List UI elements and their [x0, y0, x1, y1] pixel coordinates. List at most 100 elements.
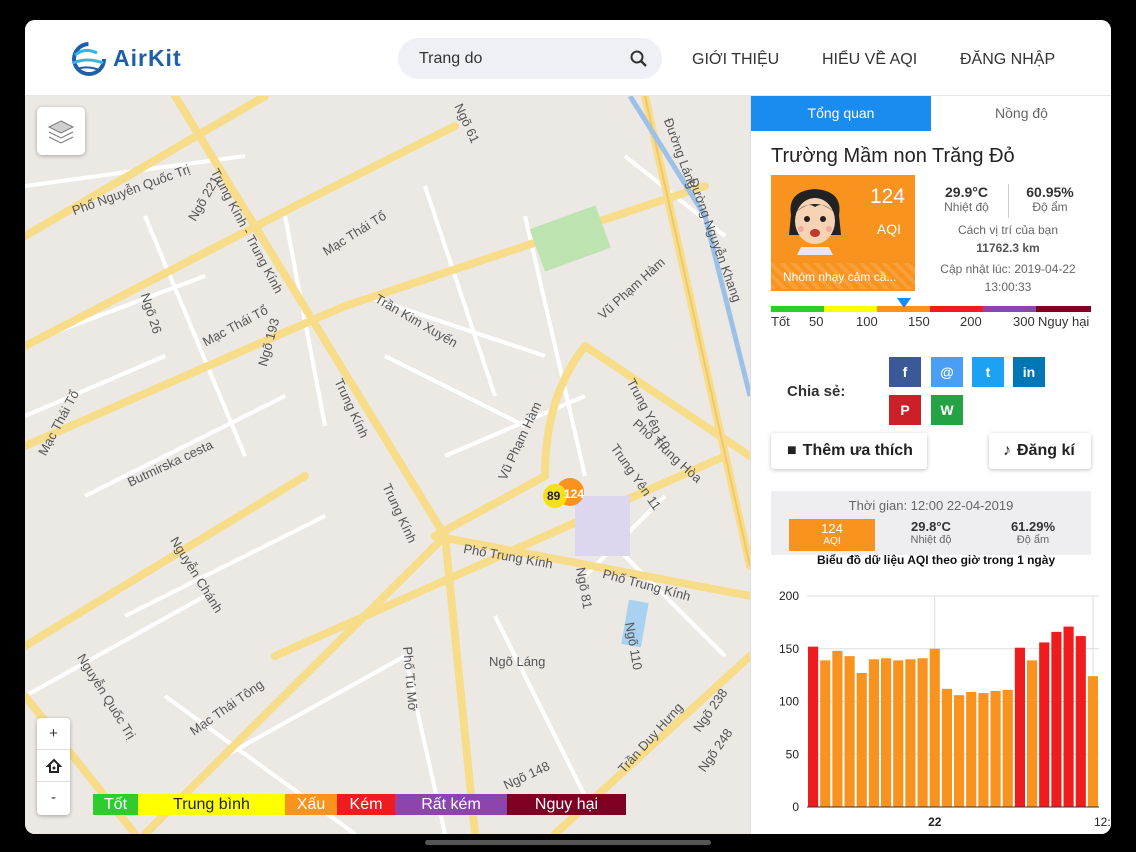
- chart-bar[interactable]: [832, 650, 843, 807]
- map-view[interactable]: 124 89 Phố Nguyễn Quốc Trị Ngõ 221 Trung…: [25, 96, 750, 834]
- chart-bar[interactable]: [978, 693, 989, 807]
- chart-bar[interactable]: [893, 660, 904, 807]
- twitter-icon[interactable]: t: [972, 357, 1004, 387]
- hourly-temperature-value: 29.8°C: [911, 519, 951, 534]
- nav-login[interactable]: ĐĂNG NHẬP: [960, 51, 1055, 69]
- aqi-hourly-chart: 0 50 100 150 200 22 12:00: [779, 589, 1111, 826]
- search-bar[interactable]: Trang do: [398, 38, 662, 79]
- home-indicator: [425, 840, 711, 845]
- zoom-controls: + -: [37, 718, 70, 815]
- search-icon[interactable]: [630, 50, 648, 68]
- sad-face-icon: [789, 189, 841, 255]
- map-layers-button[interactable]: [37, 107, 85, 155]
- legend-hazardous: Nguy hại: [507, 794, 626, 815]
- chart-bar[interactable]: [966, 692, 977, 807]
- y-tick-label: 150: [779, 642, 799, 656]
- station-stats: 29.9°C Nhiệt độ 60.95% Độ ẩm Cách vị trí…: [925, 176, 1091, 296]
- chart-bar[interactable]: [990, 690, 1001, 807]
- chart-bar[interactable]: [1063, 626, 1074, 807]
- search-input[interactable]: Trang do: [419, 50, 482, 68]
- subscribe-button[interactable]: ♪ Đăng kí: [989, 433, 1091, 469]
- hourly-aqi-value: 124: [821, 521, 843, 536]
- pinterest-icon[interactable]: P: [889, 395, 921, 425]
- station-panel: Tổng quan Nồng độ Trường Mầm non Trăng Đ…: [750, 96, 1111, 834]
- temperature-label: Nhiệt độ: [944, 200, 989, 214]
- chart-bar[interactable]: [808, 646, 819, 807]
- chart-bar[interactable]: [1039, 642, 1050, 807]
- linkedin-icon[interactable]: in: [1013, 357, 1045, 387]
- zoom-out-button[interactable]: -: [37, 782, 70, 814]
- x-tick-label: 12:00: [1094, 815, 1111, 826]
- whatsapp-icon[interactable]: W: [931, 395, 963, 425]
- chart-bar[interactable]: [1014, 647, 1025, 807]
- email-icon[interactable]: @: [931, 357, 963, 387]
- chart-bar[interactable]: [856, 673, 867, 807]
- zoom-in-button[interactable]: +: [37, 718, 70, 750]
- aqi-scale-bar: [771, 306, 1091, 312]
- hourly-humidity-label: Độ ẩm: [1016, 534, 1050, 546]
- chart-bar[interactable]: [954, 695, 965, 807]
- chart-bar[interactable]: [905, 659, 916, 807]
- y-tick-label: 100: [779, 695, 799, 709]
- layers-icon: [47, 120, 75, 144]
- logo-swirl-icon: [72, 42, 106, 76]
- distance-value: 11762.3 km: [976, 241, 1040, 255]
- nav-aqi-info[interactable]: HIỂU VỀ AQI: [822, 51, 917, 69]
- y-tick-label: 50: [786, 747, 800, 761]
- chart-bar[interactable]: [844, 656, 855, 807]
- legend-unhealthy: Kém: [337, 794, 395, 815]
- add-favorite-label: Thêm ưa thích: [802, 442, 913, 459]
- hourly-temperature: 29.8°C Nhiệt độ: [881, 519, 981, 546]
- hourly-humidity-value: 61.29%: [1010, 519, 1056, 534]
- logo-text: AirKit: [113, 45, 182, 71]
- chart-bar[interactable]: [917, 658, 928, 807]
- hourly-temperature-label: Nhiệt độ: [910, 534, 952, 546]
- temperature-value: 29.9°C: [945, 184, 988, 200]
- scale-tick: 200: [960, 314, 982, 329]
- marker-89-label[interactable]: 89: [547, 489, 560, 503]
- hourly-time: Thời gian: 12:00 22-04-2019: [848, 498, 1014, 513]
- scale-tick: Tốt: [771, 314, 790, 329]
- tab-concentration[interactable]: Nồng độ: [931, 96, 1111, 131]
- scale-tick: Nguy hại: [1038, 314, 1090, 329]
- facebook-icon[interactable]: f: [889, 357, 921, 387]
- chart-bar[interactable]: [1051, 631, 1062, 807]
- aqi-category-note: Nhóm nhạy cảm cầ...: [771, 263, 915, 289]
- logo[interactable]: AirKit: [67, 37, 197, 81]
- top-header: AirKit Trang do GIỚI THIỆU HIỂU VỀ AQI Đ…: [25, 20, 1111, 96]
- home-location-button[interactable]: [37, 750, 70, 782]
- chart-bar[interactable]: [820, 660, 831, 807]
- humidity-value: 60.95%: [1026, 184, 1074, 200]
- hourly-aqi-box: 124 AQI: [789, 519, 875, 551]
- hourly-humidity: 61.29% Độ ẩm: [983, 519, 1083, 546]
- legend-unhealthy-sensitive: Xấu: [285, 794, 337, 815]
- aqi-label: AQI: [876, 221, 901, 237]
- scale-tick: 50: [809, 314, 824, 329]
- marker-124-label[interactable]: 124: [564, 487, 584, 501]
- add-favorite-button[interactable]: ■ Thêm ưa thích: [771, 433, 927, 469]
- legend-very-unhealthy: Rất kém: [395, 794, 507, 815]
- chart-bar[interactable]: [1002, 689, 1013, 807]
- chart-bar[interactable]: [881, 658, 892, 807]
- chart-bar[interactable]: [1075, 636, 1086, 807]
- chart-bar[interactable]: [929, 648, 940, 807]
- y-tick-label: 200: [779, 589, 799, 603]
- chart-bar[interactable]: [941, 688, 952, 807]
- chart-bar[interactable]: [868, 659, 879, 807]
- aqi-value: 124: [869, 185, 905, 208]
- chart-title: Biểu đồ dữ liệu AQI theo giờ trong 1 ngà…: [817, 553, 1056, 567]
- app-window: AirKit Trang do GIỚI THIỆU HIỂU VỀ AQI Đ…: [25, 20, 1111, 834]
- chart-bar[interactable]: [1087, 676, 1098, 807]
- map-roads: [25, 96, 750, 834]
- aqi-card: 124 AQI Nhóm nhạy cảm cầ...: [771, 175, 915, 291]
- river-line: [627, 96, 750, 397]
- humidity-label: Độ ẩm: [1032, 200, 1068, 214]
- chart-bar[interactable]: [1027, 660, 1038, 807]
- nav-about[interactable]: GIỚI THIỆU: [692, 51, 779, 69]
- x-tick-label: 22: [928, 815, 942, 826]
- subscribe-label: Đăng kí: [1017, 442, 1075, 459]
- hourly-summary: Thời gian: 12:00 22-04-2019 124 AQI 29.8…: [771, 491, 1091, 555]
- tab-overview[interactable]: Tổng quan: [751, 96, 931, 131]
- bell-icon: ♪: [1003, 442, 1011, 459]
- school-area: [575, 496, 630, 556]
